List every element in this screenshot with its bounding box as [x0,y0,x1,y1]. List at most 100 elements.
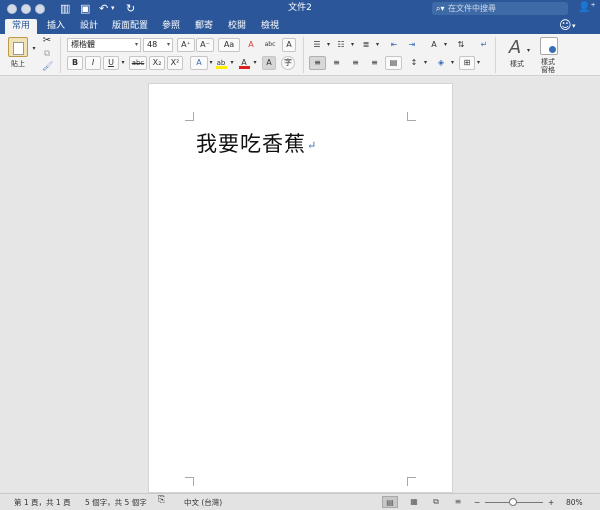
print-layout-view-button[interactable]: ▤ [382,496,398,508]
bullets-button[interactable]: ☰ [309,38,325,52]
tab-view[interactable]: 檢視 [256,19,284,34]
crop-mark-top-right [407,112,416,121]
align-center-button[interactable]: ≡ [328,56,345,70]
align-right-button[interactable]: ≡ [347,56,364,70]
font-color-button[interactable]: A [237,56,251,70]
ribbon-separator [303,37,304,73]
font-color-dropdown-icon[interactable]: ▾ [251,56,259,70]
outline-view-button[interactable]: ⧉ [428,496,444,508]
numbering-dropdown-icon[interactable]: ▾ [349,38,356,52]
multilevel-list-button[interactable]: ≣ [358,38,374,52]
text-effects-button[interactable]: A [190,56,208,70]
italic-button[interactable]: I [85,56,101,70]
feedback-smiley-icon[interactable]: ☺ [559,18,572,32]
align-left-button[interactable]: ≡ [309,56,326,70]
shading-button[interactable]: ◈ [433,56,449,70]
asian-layout-button[interactable]: A [426,38,442,52]
styles-pane-label-line2: 窗格 [541,66,555,74]
format-painter-icon[interactable]: 🖌 [41,60,53,74]
crop-mark-top-left [185,112,194,121]
tab-design[interactable]: 設計 [75,19,103,34]
highlight-dropdown-icon[interactable]: ▾ [228,56,236,70]
sort-button[interactable]: ⇅ [453,38,469,52]
search-icon: ⌕▾ [436,4,445,13]
font-size-value: 48 [147,40,158,49]
ribbon-separator [495,37,496,73]
subscript-button[interactable]: X₂ [149,56,165,70]
font-name-select[interactable]: 標楷體 ▾ [67,38,141,52]
font-size-select[interactable]: 48 ▾ [143,38,173,52]
shrink-font-button[interactable]: A⁻ [196,38,214,52]
crop-mark-bottom-right [407,477,416,486]
document-canvas[interactable]: 我要吃香蕉↵ [0,77,600,493]
change-case-button[interactable]: Aa [218,38,240,52]
crop-mark-bottom-left [185,477,194,486]
distributed-button[interactable]: ▤ [385,56,402,70]
zoom-out-button[interactable]: − [474,497,480,508]
numbering-button[interactable]: ☷ [333,38,349,52]
paste-dropdown-icon[interactable]: ▾ [30,42,38,56]
page-count-status[interactable]: 第 1 頁，共 1 頁 [14,497,71,508]
multilevel-dropdown-icon[interactable]: ▾ [374,38,381,52]
draft-view-button[interactable]: ≡ [450,496,466,508]
tab-layout[interactable]: 版面配置 [110,19,150,34]
superscript-button[interactable]: X² [167,56,183,70]
decrease-indent-button[interactable]: ⇤ [386,38,402,52]
borders-button[interactable]: ⊞ [459,56,475,70]
justify-button[interactable]: ≡ [366,56,383,70]
character-shading-button[interactable]: A [262,56,276,70]
show-formatting-button[interactable]: ↵ [476,38,492,52]
styles-pane-icon[interactable] [540,37,558,55]
body-text[interactable]: 我要吃香蕉 [196,132,306,156]
document-body-text[interactable]: 我要吃香蕉↵ [196,128,317,158]
zoom-slider-thumb[interactable] [509,498,517,506]
tab-mailings[interactable]: 郵寄 [190,19,218,34]
search-input[interactable]: ⌕▾ 在文件中搜尋 [432,2,568,15]
tab-references[interactable]: 參照 [157,19,185,34]
paragraph-mark-icon: ↵ [307,139,318,152]
grow-font-button[interactable]: A⁺ [177,38,195,52]
paste-label[interactable]: 貼上 [6,60,30,68]
ribbon-home: ▾ 貼上 ✂ ⧉ 🖌 標楷體 ▾ 48 ▾ A⁺ A⁻ Aa A abc A B… [0,34,600,76]
language-status[interactable]: 中文 (台灣) [184,497,222,508]
character-border-button[interactable]: A [282,38,296,52]
copy-icon[interactable]: ⧉ [41,47,53,61]
cut-icon[interactable]: ✂ [41,34,53,48]
title-bar: ▥ ▣ ↶ ▾ ↻ 文件2 ⌕▾ 在文件中搜尋 👤⁺ [0,0,600,17]
enclose-characters-button[interactable]: 字 [281,56,295,70]
share-user-icon[interactable]: 👤⁺ [578,2,596,13]
word-count-status[interactable]: 5 個字，共 5 個字 [85,497,147,508]
chevron-down-icon: ▾ [134,41,138,48]
highlight-button[interactable]: ab [214,56,228,70]
line-spacing-dropdown-icon[interactable]: ▾ [422,56,429,70]
clipboard-icon[interactable] [8,37,28,57]
asian-layout-dropdown-icon[interactable]: ▾ [442,38,449,52]
document-page[interactable]: 我要吃香蕉↵ [148,83,453,493]
styles-pane-label[interactable]: 樣式 窗格 [534,58,562,74]
phonetic-guide-button[interactable]: abc [261,38,279,52]
bullets-dropdown-icon[interactable]: ▾ [325,38,332,52]
shading-dropdown-icon[interactable]: ▾ [449,56,456,70]
feedback-dropdown-icon[interactable]: ▾ [572,20,576,33]
chevron-down-icon: ▾ [166,41,170,48]
tab-review[interactable]: 校閱 [223,19,251,34]
tab-insert[interactable]: 插入 [42,19,70,34]
increase-indent-button[interactable]: ⇥ [404,38,420,52]
tab-home[interactable]: 常用 [5,19,37,34]
font-name-value: 標楷體 [71,40,95,49]
ribbon-tabs: 常用 插入 設計 版面配置 參照 郵寄 校閱 檢視 ☺ ▾ [0,17,600,34]
styles-dropdown-icon[interactable]: ▾ [525,44,532,58]
strikethrough-button[interactable]: abc [129,56,147,70]
styles-gallery-icon[interactable]: A [504,36,526,58]
underline-dropdown-icon[interactable]: ▾ [119,56,127,70]
styles-label[interactable]: 樣式 [504,60,530,68]
zoom-level[interactable]: 80% [566,497,583,508]
web-layout-view-button[interactable]: ▦ [406,496,422,508]
zoom-in-button[interactable]: + [548,497,554,508]
borders-dropdown-icon[interactable]: ▾ [475,56,482,70]
line-spacing-button[interactable]: ↕ [406,56,422,70]
bold-button[interactable]: B [67,56,83,70]
underline-button[interactable]: U [103,56,119,70]
clear-formatting-button[interactable]: A [243,38,259,52]
proofing-icon[interactable]: ⎘ [158,495,165,506]
